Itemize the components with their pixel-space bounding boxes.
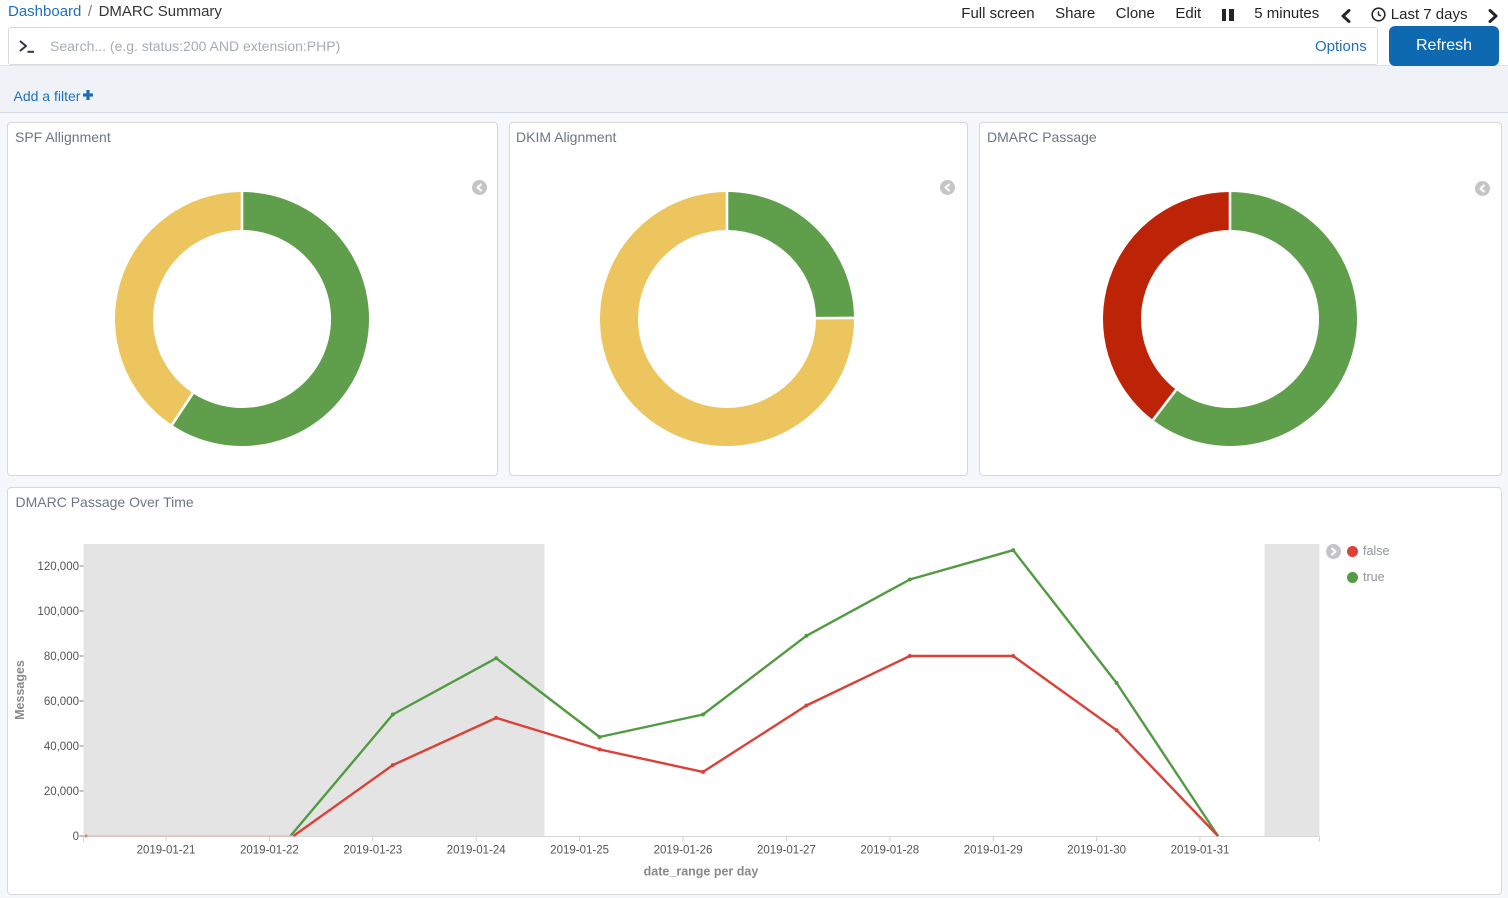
svg-text:2019-01-21: 2019-01-21	[137, 845, 196, 857]
svg-text:40,000: 40,000	[44, 741, 79, 753]
svg-text:2019-01-23: 2019-01-23	[343, 845, 402, 857]
svg-text:2019-01-31: 2019-01-31	[1171, 845, 1230, 857]
svg-text:80,000: 80,000	[44, 651, 79, 663]
svg-text:Messages: Messages	[13, 660, 27, 720]
svg-text:0: 0	[73, 831, 79, 843]
svg-text:60,000: 60,000	[44, 696, 79, 708]
svg-text:2019-01-25: 2019-01-25	[550, 845, 609, 857]
svg-text:2019-01-26: 2019-01-26	[654, 845, 713, 857]
svg-text:100,000: 100,000	[37, 606, 79, 618]
svg-text:2019-01-30: 2019-01-30	[1067, 845, 1126, 857]
svg-text:2019-01-29: 2019-01-29	[964, 845, 1023, 857]
svg-text:120,000: 120,000	[37, 561, 79, 573]
svg-text:2019-01-24: 2019-01-24	[447, 845, 506, 857]
svg-text:date_range per day: date_range per day	[644, 865, 759, 879]
svg-text:2019-01-28: 2019-01-28	[860, 845, 919, 857]
svg-text:2019-01-27: 2019-01-27	[757, 845, 816, 857]
svg-text:2019-01-22: 2019-01-22	[240, 845, 299, 857]
svg-text:20,000: 20,000	[44, 786, 79, 798]
